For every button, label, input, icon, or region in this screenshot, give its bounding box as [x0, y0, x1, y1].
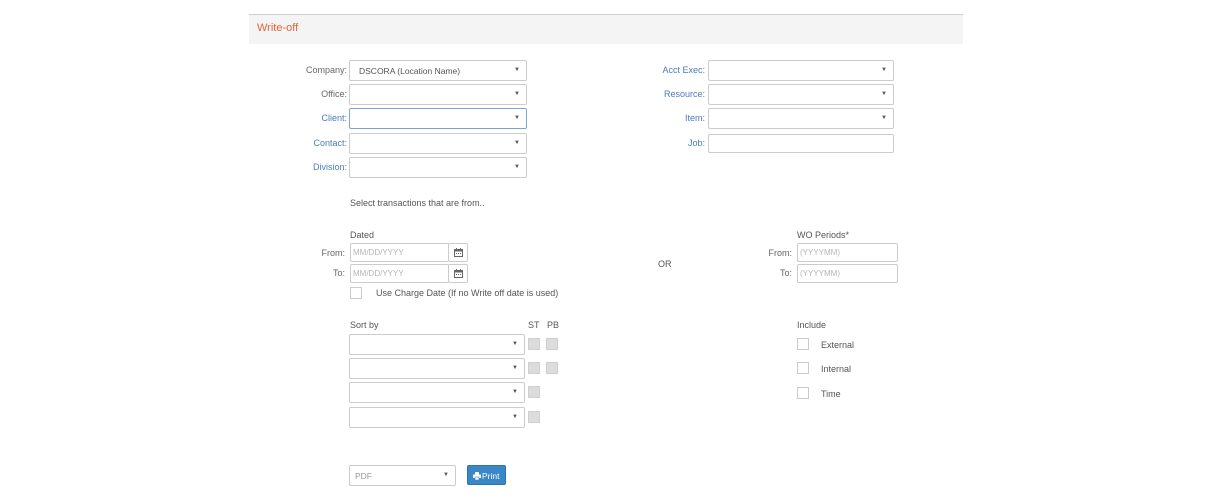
- caret-down-icon: ▼: [514, 164, 520, 170]
- dated-from-calendar-button[interactable]: [448, 243, 468, 262]
- select-transactions-text: Select transactions that are from..: [350, 198, 485, 208]
- caret-down-icon: ▼: [881, 67, 887, 73]
- wo-periods-heading: WO Periods*: [797, 230, 850, 240]
- include-heading: Include: [797, 320, 827, 330]
- calendar-icon: [454, 248, 463, 257]
- item-select[interactable]: ▼: [708, 108, 894, 129]
- division-label[interactable]: Division:: [313, 162, 347, 172]
- caret-down-icon: ▼: [512, 389, 518, 395]
- caret-down-icon: ▼: [881, 91, 887, 97]
- acct-exec-label[interactable]: Acct Exec:: [662, 65, 705, 75]
- caret-down-icon: ▼: [512, 414, 518, 420]
- wo-to-placeholder: (YYYYMM): [800, 269, 840, 278]
- sort-1-pb-checkbox[interactable]: [546, 338, 558, 350]
- company-select-value: DSCORA (Location Name): [359, 66, 461, 76]
- calendar-icon: [454, 269, 463, 278]
- output-format-value: PDF: [355, 471, 372, 481]
- caret-down-icon: ▼: [881, 115, 887, 121]
- st-column-label: ST: [528, 320, 540, 330]
- caret-down-icon: ▼: [514, 115, 520, 121]
- include-internal-label: Internal: [821, 364, 852, 374]
- caret-down-icon: ▼: [514, 91, 520, 97]
- caret-down-icon: ▼: [512, 365, 518, 371]
- sort-2-pb-checkbox[interactable]: [546, 362, 558, 374]
- office-select[interactable]: ▼: [349, 84, 527, 105]
- output-format-select[interactable]: PDF ▼: [349, 465, 456, 486]
- dated-from-placeholder: MM/DD/YYYY: [353, 248, 404, 257]
- print-button[interactable]: Print: [467, 465, 506, 485]
- sort-select-2[interactable]: ▼: [349, 358, 525, 379]
- division-select[interactable]: ▼: [349, 157, 527, 178]
- dated-to-label: To:: [332, 268, 345, 278]
- resource-select[interactable]: ▼: [708, 84, 894, 105]
- dated-to-input[interactable]: MM/DD/YYYY: [350, 264, 449, 283]
- sort-select-3[interactable]: ▼: [349, 382, 525, 403]
- contact-label[interactable]: Contact:: [313, 138, 347, 148]
- job-input[interactable]: [708, 134, 894, 153]
- page-title: Write-off: [257, 22, 299, 34]
- caret-down-icon: ▼: [512, 341, 518, 347]
- include-external-checkbox[interactable]: [797, 338, 809, 350]
- wo-from-label: From:: [768, 248, 793, 258]
- caret-down-icon: ▼: [514, 140, 520, 146]
- wo-from-input[interactable]: (YYYYMM): [797, 243, 898, 262]
- caret-down-icon: ▼: [514, 67, 520, 73]
- dated-from-input[interactable]: MM/DD/YYYY: [350, 243, 449, 262]
- sort-1-st-checkbox[interactable]: [528, 338, 540, 350]
- wo-from-placeholder: (YYYYMM): [800, 248, 840, 257]
- dated-heading: Dated: [350, 230, 375, 240]
- job-label[interactable]: Job:: [688, 138, 705, 148]
- resource-label[interactable]: Resource:: [664, 89, 705, 99]
- include-external-label: External: [821, 340, 855, 350]
- sort-select-1[interactable]: ▼: [349, 334, 525, 355]
- dated-to-placeholder: MM/DD/YYYY: [353, 269, 404, 278]
- print-icon: [473, 472, 481, 480]
- use-charge-date-checkbox[interactable]: [350, 287, 362, 299]
- sort-3-st-checkbox[interactable]: [528, 386, 540, 398]
- caret-down-icon: ▼: [443, 472, 449, 478]
- or-label: OR: [658, 259, 672, 269]
- sort-by-heading: Sort by: [350, 320, 379, 330]
- pb-column-label: PB: [547, 320, 560, 330]
- wo-to-label: To:: [779, 268, 792, 278]
- office-label: Office:: [321, 89, 347, 99]
- panel-header: Write-off: [249, 14, 963, 44]
- wo-to-input[interactable]: (YYYYMM): [797, 264, 898, 283]
- acct-exec-select[interactable]: ▼: [708, 60, 894, 81]
- company-label: Company:: [305, 65, 347, 75]
- dated-to-calendar-button[interactable]: [448, 264, 468, 283]
- sort-2-st-checkbox[interactable]: [528, 362, 540, 374]
- sort-select-4[interactable]: ▼: [349, 407, 525, 428]
- include-time-checkbox[interactable]: [797, 387, 809, 399]
- company-select[interactable]: DSCORA (Location Name) ▼: [349, 60, 527, 81]
- contact-select[interactable]: ▼: [349, 133, 527, 154]
- include-internal-checkbox[interactable]: [797, 362, 809, 374]
- item-label[interactable]: Item:: [685, 113, 705, 123]
- include-time-label: Time: [821, 389, 841, 399]
- sort-4-st-checkbox[interactable]: [528, 411, 540, 423]
- print-button-label: Print: [482, 471, 500, 481]
- client-select[interactable]: ▼: [349, 108, 527, 129]
- client-label[interactable]: Client:: [321, 113, 347, 123]
- use-charge-date-label: Use Charge Date (If no Write off date is…: [376, 288, 559, 298]
- dated-from-label: From:: [321, 248, 346, 258]
